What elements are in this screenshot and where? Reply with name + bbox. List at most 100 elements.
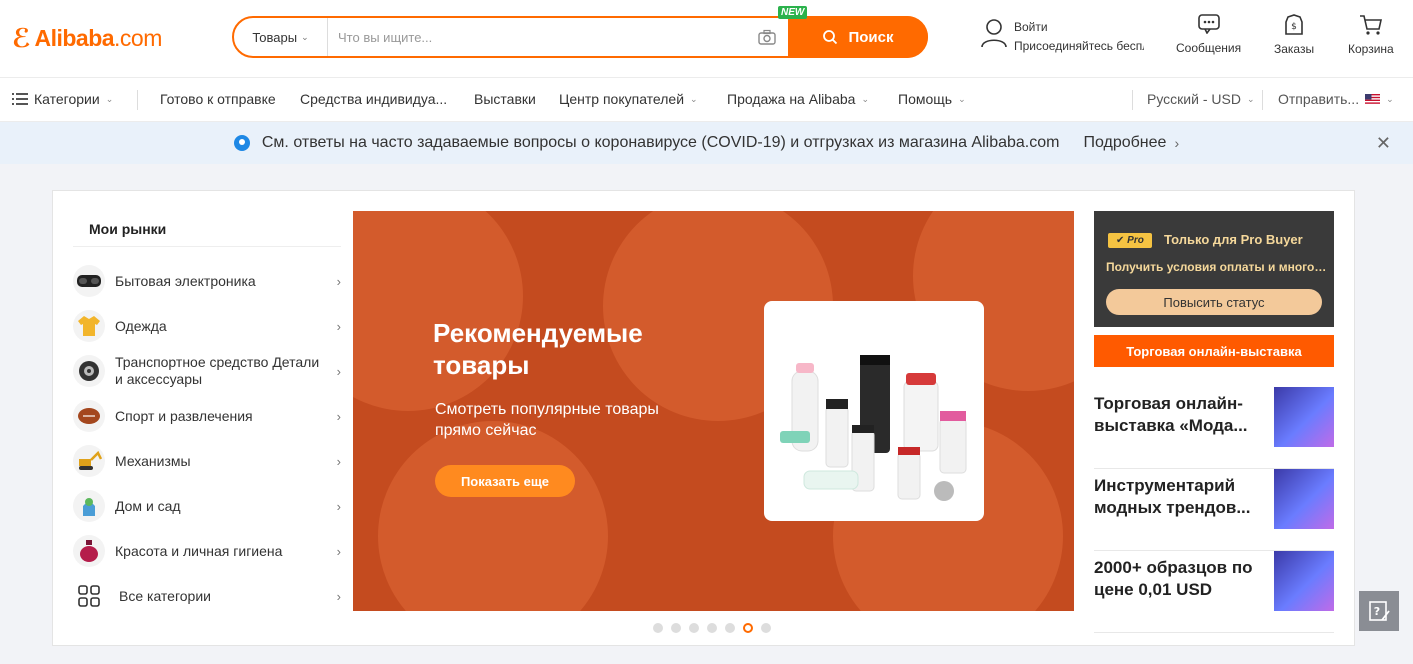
nav-help[interactable]: Помощь ⌄ xyxy=(898,91,966,107)
carousel-dot[interactable] xyxy=(725,623,735,633)
home-garden-icon xyxy=(73,490,105,522)
wheel-icon xyxy=(73,355,105,387)
notice-text: См. ответы на часто задаваемые вопросы о… xyxy=(261,134,1060,151)
tshirt-icon xyxy=(73,310,105,342)
nav-trade-shows[interactable]: Выставки xyxy=(474,91,536,107)
feature-thumbnail xyxy=(1274,469,1334,529)
language-currency-select[interactable]: Русский - USD ⌄ xyxy=(1147,91,1255,107)
alibaba-logo-mark: ℰ xyxy=(12,23,31,53)
nav-ready-to-ship[interactable]: Готово к отправке xyxy=(160,91,276,107)
market-item-all-categories[interactable]: Все категории › xyxy=(73,576,341,616)
market-item-label: Все категории xyxy=(119,587,211,604)
cart-button[interactable]: Корзина xyxy=(1348,14,1394,56)
covid-notice-bar: См. ответы на часто задаваемые вопросы о… xyxy=(0,122,1413,164)
chevron-down-icon: ⌄ xyxy=(1246,93,1255,104)
nav-buyer-central[interactable]: Центр покупателей ⌄ xyxy=(559,91,698,107)
orders-label: Заказы xyxy=(1274,42,1315,56)
market-item[interactable]: Транспортное средство Детали и аксессуар… xyxy=(73,351,341,391)
perfume-icon xyxy=(73,535,105,567)
carousel-dot[interactable] xyxy=(689,623,699,633)
nav-categories-label: Категории xyxy=(34,91,100,107)
close-icon[interactable]: ✕ xyxy=(1376,133,1391,154)
chevron-right-icon: › xyxy=(336,318,341,334)
my-markets: Мои рынки Бытовая электроника › Одежда ›… xyxy=(73,211,341,607)
camera-icon[interactable] xyxy=(752,29,782,45)
product-image[interactable] xyxy=(764,301,984,521)
signin-link[interactable]: Войти xyxy=(1014,18,1144,37)
market-item[interactable]: Дом и сад › xyxy=(73,486,341,526)
nav-categories[interactable]: Категории ⌄ xyxy=(12,91,113,107)
nav-item-label: Готово к отправке xyxy=(160,91,276,107)
market-item[interactable]: Красота и личная гигиена › xyxy=(73,531,341,571)
nav-divider xyxy=(1132,90,1133,110)
market-item[interactable]: Бытовая электроника › xyxy=(73,261,341,301)
svg-text:$: $ xyxy=(1291,22,1297,32)
grid-icon xyxy=(73,580,105,612)
nav-ppe[interactable]: Средства индивидуа... xyxy=(300,91,447,107)
feature-thumbnail xyxy=(1274,551,1334,611)
message-icon xyxy=(1197,14,1220,34)
chevron-right-icon: › xyxy=(336,453,341,469)
pro-buyer-subtitle: Получить условия оплаты и многое другое xyxy=(1106,260,1330,274)
market-item-label: Спорт и развлечения xyxy=(115,407,253,424)
market-item[interactable]: Одежда › xyxy=(73,306,341,346)
excavator-icon xyxy=(73,445,105,477)
my-markets-title: Мои рынки xyxy=(73,211,341,247)
chevron-right-icon: › xyxy=(1174,135,1180,151)
market-item[interactable]: Спорт и развлечения › xyxy=(73,396,341,436)
nav-divider xyxy=(1262,90,1263,110)
feature-title: Торговая онлайн-выставка «Мода... xyxy=(1094,394,1248,435)
home-main-panel: Мои рынки Бытовая электроника › Одежда ›… xyxy=(52,190,1355,646)
user-icon xyxy=(981,19,1007,48)
messages-label: Сообщения xyxy=(1176,41,1242,55)
carousel-dot[interactable] xyxy=(761,623,771,633)
market-item[interactable]: Механизмы › xyxy=(73,441,341,481)
chevron-down-icon: ⌄ xyxy=(958,93,966,104)
carousel-dot-active[interactable] xyxy=(743,623,753,633)
search-input[interactable] xyxy=(328,18,752,56)
pro-buyer-title: Только для Pro Buyer xyxy=(1164,232,1303,247)
carousel-dot[interactable] xyxy=(653,623,663,633)
chevron-down-icon: ⌄ xyxy=(301,31,309,42)
main-nav: Категории ⌄ Готово к отправке Средства и… xyxy=(0,77,1413,122)
feature-item[interactable]: Инструментарий модных трендов... xyxy=(1094,469,1334,551)
search-bar: Товары ⌄ NEW Поиск xyxy=(232,6,928,58)
feature-title: Инструментарий модных трендов... xyxy=(1094,476,1251,517)
signin-area[interactable]: Войти Присоединяйтесь бесплатно xyxy=(980,18,1144,56)
show-more-button[interactable]: Показать еще xyxy=(435,465,575,497)
hero-banner[interactable]: Рекомендуемые товары Смотреть популярные… xyxy=(353,211,1074,611)
nav-item-label: Продажа на Alibaba xyxy=(727,91,856,107)
pro-badge: ✔ Pro xyxy=(1108,233,1152,248)
ship-to-select[interactable]: Отправить... ⌄ xyxy=(1278,91,1394,107)
help-feedback-button[interactable]: ? xyxy=(1359,591,1399,631)
banner-subtitle: Смотреть популярные товары прямо сейчас xyxy=(435,401,659,439)
cart-icon xyxy=(1359,15,1382,35)
messages-button[interactable]: Сообщения xyxy=(1176,14,1241,55)
join-link[interactable]: Присоединяйтесь бесплатно xyxy=(1014,37,1144,56)
chevron-right-icon: › xyxy=(336,363,341,379)
market-item-label: Одежда xyxy=(115,317,167,334)
notice-more-link[interactable]: Подробнее › xyxy=(1083,134,1179,152)
feature-item[interactable]: 2000+ образцов по цене 0,01 USD xyxy=(1094,551,1334,633)
market-item-label: Красота и личная гигиена xyxy=(115,542,283,559)
carousel-dot[interactable] xyxy=(671,623,681,633)
chevron-down-icon: ⌄ xyxy=(861,93,869,104)
orders-button[interactable]: $ Заказы xyxy=(1274,14,1314,56)
chevron-right-icon: › xyxy=(336,273,341,289)
new-badge: NEW xyxy=(778,6,808,19)
banner-title: Рекомендуемые товары xyxy=(433,318,643,380)
online-expo-link[interactable]: Торговая онлайн-выставка xyxy=(1094,335,1334,367)
upgrade-status-button[interactable]: Повысить статус xyxy=(1106,289,1322,315)
feature-item[interactable]: Торговая онлайн-выставка «Мода... xyxy=(1094,387,1334,469)
svg-text:?: ? xyxy=(1374,605,1380,618)
banner-decor-circle xyxy=(353,211,523,411)
language-currency-label: Русский - USD xyxy=(1147,91,1241,107)
orders-icon: $ xyxy=(1285,14,1303,35)
search-button-label: Поиск xyxy=(848,28,894,46)
search-button[interactable]: NEW Поиск xyxy=(778,6,928,58)
search-icon xyxy=(823,30,838,45)
nav-sell-on-alibaba[interactable]: Продажа на Alibaba ⌄ xyxy=(727,91,869,107)
alibaba-logo[interactable]: ℰ Alibaba .com xyxy=(12,23,162,54)
search-category-select[interactable]: Товары ⌄ xyxy=(234,18,328,56)
carousel-dot[interactable] xyxy=(707,623,717,633)
